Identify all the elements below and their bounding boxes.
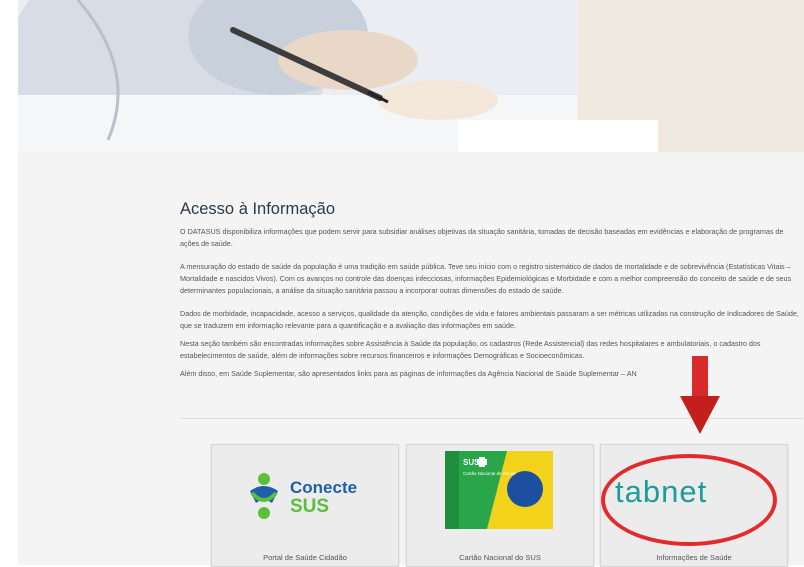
down-arrow-icon: [680, 356, 720, 439]
card-cartao-sus[interactable]: SUS Cartão Nacional de Saúde Cartão Naci…: [406, 444, 594, 567]
paragraph-measurement: A mensuração do estado de saúde da popul…: [180, 262, 792, 296]
sus-card-image: SUS Cartão Nacional de Saúde: [445, 451, 553, 529]
conecte-text: Conecte: [290, 478, 357, 497]
doctor-writing-illustration: [18, 0, 804, 152]
card-label-portal[interactable]: Portal de Saúde Cidadão: [212, 553, 398, 562]
paragraph-intro: O DATASUS disponibiliza informações que …: [180, 227, 784, 249]
card-label-informacoes[interactable]: Informações de Saúde: [601, 553, 787, 562]
card-caption: Cartão Nacional de Saúde: [463, 471, 516, 476]
card-conecte-sus[interactable]: Conecte SUS Portal de Saúde Cidadão: [211, 444, 399, 567]
highlight-ellipse: [601, 454, 777, 546]
paragraph-indicators: Dados de morbidade, incapacidade, acesso…: [180, 309, 799, 331]
sus-text: SUS: [290, 496, 329, 517]
page-title: Acesso à Informação: [180, 200, 335, 218]
conecte-sus-logo: Conecte SUS: [250, 473, 357, 519]
hero-banner: [18, 0, 804, 152]
card-label-cartao[interactable]: Cartão Nacional do SUS: [407, 553, 593, 562]
